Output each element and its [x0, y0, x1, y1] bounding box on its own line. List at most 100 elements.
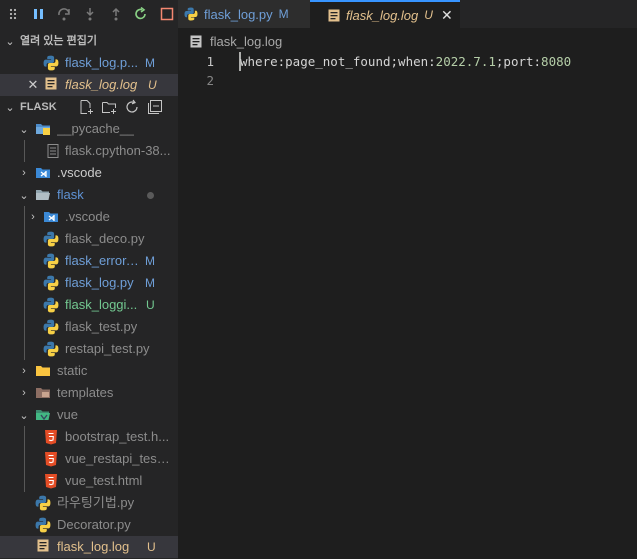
chevron-down-icon: ⌄	[19, 123, 29, 136]
modified-badge: M	[278, 7, 289, 21]
tree-item-name: Decorator.py	[57, 517, 131, 532]
modified-dot-icon	[147, 192, 154, 199]
html-file-icon	[45, 452, 57, 467]
tree-file[interactable]: vue_restapi_test....	[0, 448, 178, 470]
python-file-icon	[43, 275, 59, 291]
tree-file[interactable]: flask_loggi... U	[0, 294, 178, 316]
python-file-icon	[43, 55, 59, 71]
static-folder-icon	[36, 366, 50, 376]
vscode-folder-icon	[44, 212, 58, 222]
vscode-folder-icon	[36, 168, 50, 178]
log-file-icon	[37, 539, 49, 552]
python-file-icon	[43, 231, 59, 247]
tree-folder[interactable]: ⌄ flask	[0, 184, 178, 206]
log-file-icon	[45, 77, 57, 90]
templates-folder-icon	[36, 388, 50, 398]
tree-file[interactable]: restapi_test.py	[0, 338, 178, 360]
tree-item-name: __pycache__	[57, 121, 135, 136]
line-number: 2	[206, 73, 214, 88]
tree-folder[interactable]: ⌄ vue	[0, 404, 178, 426]
tree-file[interactable]: flask_error.... M	[0, 250, 178, 272]
untracked-badge: U	[148, 78, 157, 92]
pause-icon[interactable]	[26, 0, 52, 28]
project-title: FLASK	[20, 101, 57, 113]
step-out-icon[interactable]	[103, 0, 129, 28]
code-date: 2022.7.1	[435, 54, 496, 69]
tree-item-name: flask_log.py	[65, 275, 134, 290]
tree-file[interactable]: flask_deco.py	[0, 228, 178, 250]
log-file-icon	[328, 9, 340, 21]
tree-file[interactable]: flask_log.py M	[0, 272, 178, 294]
drag-handle-icon[interactable]	[0, 0, 26, 28]
line-number: 1	[206, 54, 214, 69]
chevron-down-icon: ⌄	[19, 189, 29, 202]
close-icon[interactable]: ✕	[441, 7, 453, 24]
file-name: flask_log.p...	[65, 55, 138, 70]
python-file-icon	[43, 253, 59, 269]
chevron-right-icon: ›	[22, 167, 26, 179]
code-editor[interactable]: 1 2 where:page_not_found;when:2022.7.1;p…	[178, 52, 637, 559]
tree-file-selected[interactable]: flask_log.log U	[0, 536, 178, 558]
vue-folder-icon	[36, 410, 50, 421]
chevron-right-icon: ›	[22, 365, 26, 377]
new-file-icon[interactable]	[78, 99, 94, 118]
tree-folder[interactable]: ⌄ __pycache__	[0, 118, 178, 140]
open-editor-item-active[interactable]: ✕ flask_log.log U	[0, 74, 178, 96]
breadcrumb[interactable]: flask_log.log	[190, 31, 282, 51]
code-port: 8080	[541, 54, 572, 69]
code-line-1[interactable]: where:page_not_found;when:2022.7.1;port:…	[240, 52, 571, 71]
untracked-badge: U	[424, 8, 433, 22]
step-over-icon[interactable]	[51, 0, 77, 28]
tree-item-name: restapi_test.py	[65, 341, 150, 356]
modified-badge: M	[145, 276, 155, 290]
tree-item-name: templates	[57, 385, 114, 400]
tree-item-name: flask.cpython-38...	[65, 143, 171, 158]
code-text: where:page_not_found;when:	[240, 54, 436, 69]
tree-file[interactable]: bootstrap_test.h...	[0, 426, 178, 448]
html-file-icon	[45, 430, 57, 445]
tree-file[interactable]: flask.cpython-38...	[0, 140, 178, 162]
tab-label: flask_log.log	[346, 7, 419, 23]
project-header[interactable]: ⌄ FLASK	[0, 96, 178, 118]
tree-folder[interactable]: › static	[0, 360, 178, 382]
open-editor-item[interactable]: flask_log.p... M	[0, 52, 178, 74]
tree-folder[interactable]: › templates	[0, 382, 178, 404]
modified-badge: M	[145, 56, 155, 70]
tree-item-name: bootstrap_test.h...	[65, 429, 170, 444]
close-icon[interactable]: ✕	[28, 74, 39, 96]
tree-file[interactable]: Decorator.py	[0, 514, 178, 536]
restart-icon[interactable]	[129, 0, 155, 28]
open-editors-header[interactable]: ⌄ 열려 있는 편집기	[0, 30, 178, 52]
tree-file[interactable]: vue_test.html	[0, 470, 178, 492]
tree-file[interactable]: flask_test.py	[0, 316, 178, 338]
chevron-down-icon: ⌄	[19, 409, 29, 422]
chevron-down-icon: ⌄	[5, 101, 15, 114]
tree-item-name: flask_error....	[65, 253, 139, 268]
compiled-file-icon	[47, 144, 59, 158]
tree-item-name: 라우팅기법.py	[57, 495, 135, 510]
log-file-icon	[190, 35, 202, 47]
collapse-all-icon[interactable]	[147, 99, 163, 118]
open-editors-title: 열려 있는 편집기	[20, 35, 97, 47]
html-file-icon	[45, 474, 57, 489]
chevron-right-icon: ›	[31, 211, 35, 223]
untracked-badge: U	[147, 540, 156, 554]
tree-item-name: vue_restapi_test....	[65, 451, 173, 466]
tree-item-name: vue_test.html	[65, 473, 143, 488]
chevron-down-icon: ⌄	[5, 35, 15, 48]
tree-file[interactable]: 라우팅기법.py	[0, 492, 178, 514]
stop-icon[interactable]	[154, 0, 180, 28]
tree-item-name: .vscode	[65, 209, 110, 224]
tree-folder[interactable]: › .vscode	[0, 206, 178, 228]
python-file-icon	[35, 495, 51, 511]
tree-folder[interactable]: › .vscode	[0, 162, 178, 184]
breadcrumb-file: flask_log.log	[210, 33, 283, 49]
refresh-icon[interactable]	[124, 99, 140, 118]
tab-flask-log-log[interactable]: flask_log.log U ✕	[310, 0, 460, 28]
python-file-icon	[43, 297, 59, 313]
new-folder-icon[interactable]	[101, 99, 117, 118]
step-into-icon[interactable]	[77, 0, 103, 28]
tab-flask-log-py[interactable]: flask_log.py M	[178, 0, 310, 28]
chevron-right-icon: ›	[22, 387, 26, 399]
python-file-icon	[35, 517, 51, 533]
